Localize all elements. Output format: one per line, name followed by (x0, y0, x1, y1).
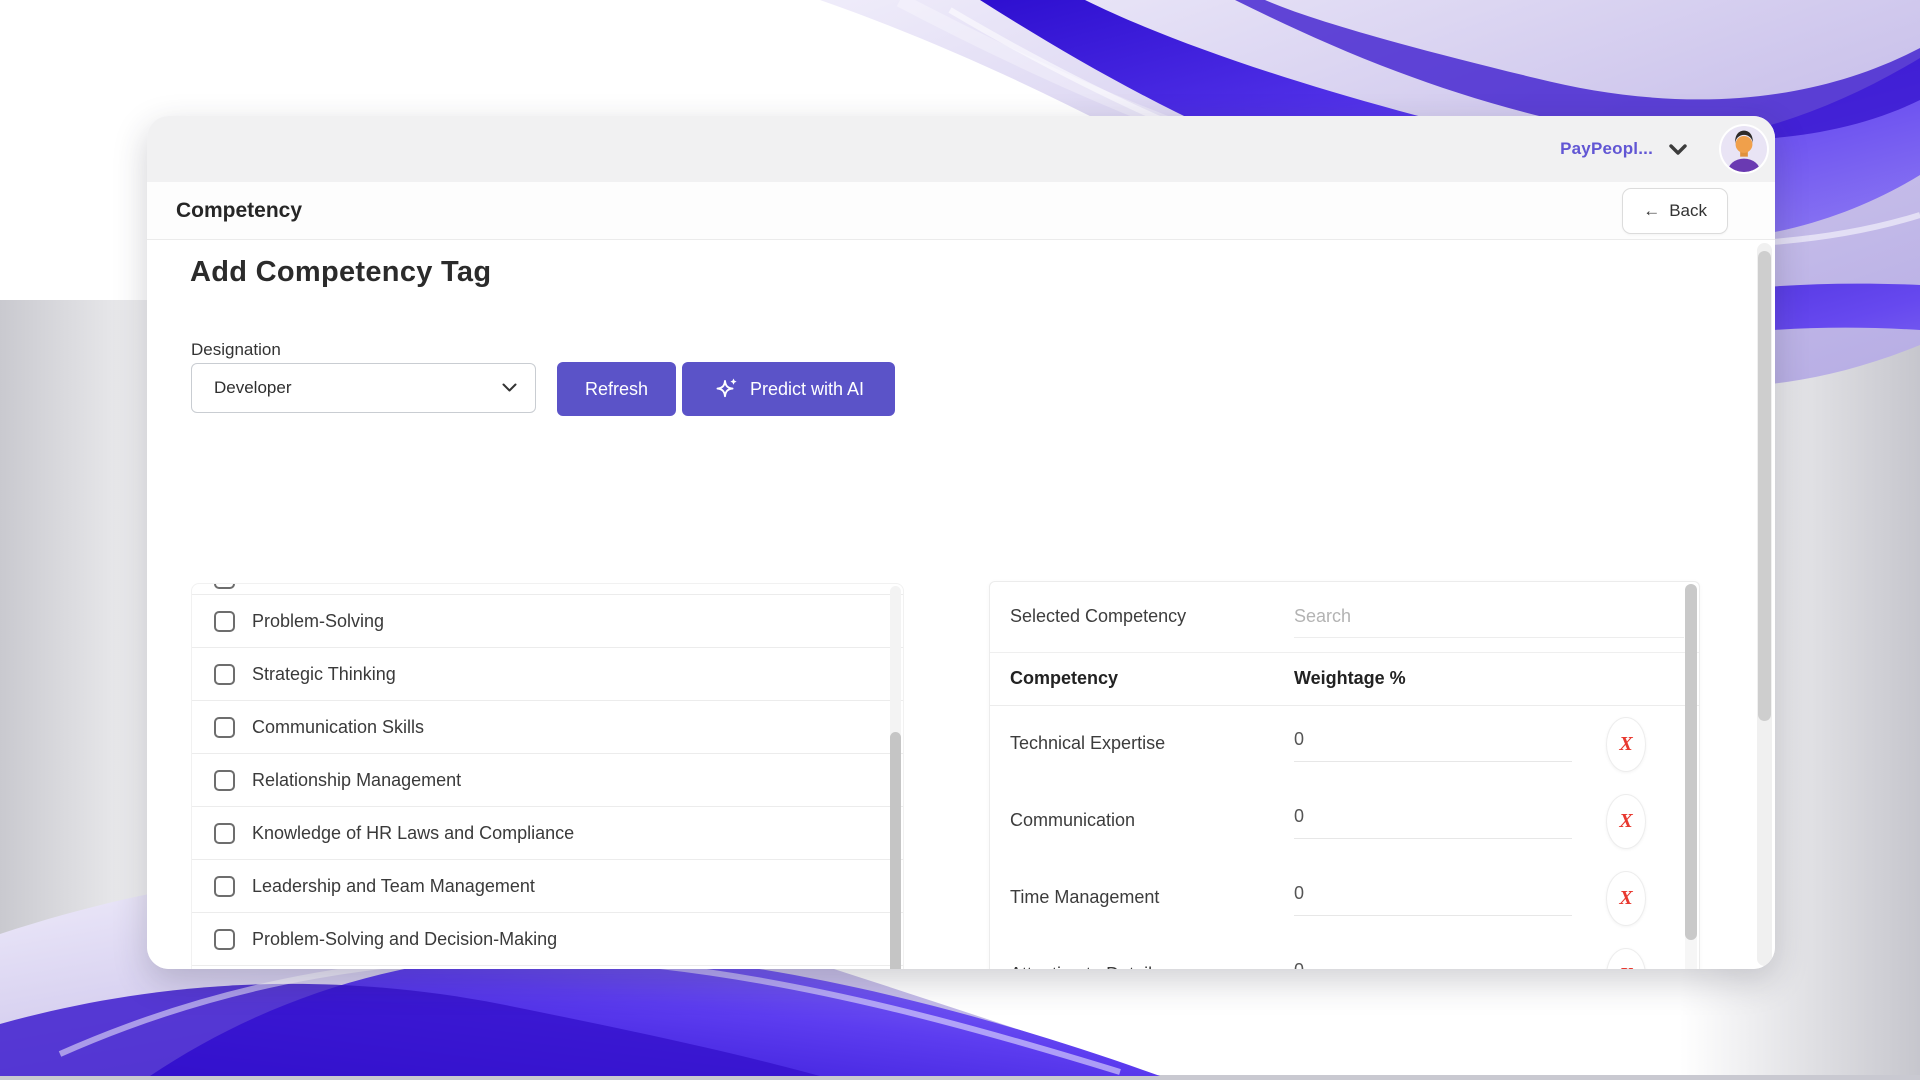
weightage-input[interactable] (1294, 949, 1572, 969)
list-item[interactable]: Problem-Solving and Decision-Making (192, 913, 903, 966)
checkbox[interactable] (214, 584, 235, 589)
list-item[interactable]: Leadership and Team Management (192, 860, 903, 913)
list-item-label: Leadership and Team Management (252, 876, 535, 897)
remove-row-button[interactable]: X (1606, 948, 1646, 969)
search-input[interactable] (1294, 596, 1684, 638)
back-button-label: Back (1669, 201, 1707, 221)
back-button[interactable]: ← Back (1622, 188, 1728, 234)
remove-x-icon: X (1619, 887, 1632, 910)
page-header: Competency ← Back (147, 182, 1775, 240)
column-header-competency: Competency (1010, 668, 1118, 689)
top-bar: PayPeopl... (147, 116, 1775, 182)
weightage-input[interactable] (1294, 718, 1572, 762)
content-area: Add Competency Tag Designation Developer… (147, 240, 1775, 969)
list-scrollbar[interactable] (890, 586, 901, 969)
competency-checklist: Problem-Solving Strategic Thinking Commu… (191, 583, 904, 969)
remove-row-button[interactable]: X (1606, 794, 1646, 849)
selected-competency-title: Selected Competency (1010, 606, 1186, 627)
form-title: Add Competency Tag (190, 256, 491, 289)
designation-selected-value: Developer (214, 378, 502, 398)
refresh-button-label: Refresh (585, 379, 648, 400)
checkbox[interactable] (214, 929, 235, 950)
table-row: Attention to Detail X (990, 937, 1699, 969)
predict-with-ai-button[interactable]: Predict with AI (682, 362, 895, 416)
list-item-label: Problem-Solving and Decision-Making (252, 929, 557, 950)
designation-label: Designation (191, 340, 281, 360)
remove-x-icon: X (1619, 733, 1632, 756)
panel-scrollbar-thumb[interactable] (1685, 584, 1697, 940)
list-item[interactable]: Strategic Thinking (192, 648, 903, 701)
list-item-label: Knowledge of HR Laws and Compliance (252, 823, 574, 844)
competency-name: Attention to Detail (1010, 964, 1152, 969)
designation-select[interactable]: Developer (191, 363, 536, 413)
checkbox[interactable] (214, 876, 235, 897)
column-header-weightage: Weightage % (1294, 668, 1406, 689)
competency-name: Communication (1010, 810, 1135, 831)
remove-x-icon: X (1619, 810, 1632, 833)
competency-name: Time Management (1010, 887, 1159, 908)
sparkle-icon (713, 377, 739, 401)
checkbox[interactable] (214, 717, 235, 738)
table-row: Communication X (990, 783, 1699, 860)
checkbox[interactable] (214, 823, 235, 844)
list-scrollbar-thumb[interactable] (890, 732, 901, 969)
list-row-partial (192, 584, 903, 595)
selected-panel-header: Selected Competency (990, 582, 1699, 653)
chevron-down-icon (502, 383, 517, 393)
competency-name: Technical Expertise (1010, 733, 1165, 754)
list-item-label: Communication Skills (252, 717, 424, 738)
selected-competency-panel: Selected Competency Competency Weightage… (989, 581, 1700, 969)
table-row: Technical Expertise X (990, 706, 1699, 783)
selected-panel-columns: Competency Weightage % (990, 653, 1699, 706)
list-item[interactable]: Knowledge of HR Laws and Compliance (192, 807, 903, 860)
list-item[interactable]: Problem-Solving (192, 595, 903, 648)
list-item-label: Problem-Solving (252, 611, 384, 632)
remove-x-icon: X (1619, 964, 1632, 969)
page-title: Competency (176, 199, 302, 223)
screen: PayPeopl... Competency (0, 0, 1920, 1080)
list-item[interactable]: Communication Skills (192, 701, 903, 754)
table-row: Time Management X (990, 860, 1699, 937)
chevron-down-icon[interactable] (1669, 144, 1687, 156)
predict-button-label: Predict with AI (750, 379, 864, 400)
remove-row-button[interactable]: X (1606, 871, 1646, 926)
checkbox[interactable] (214, 611, 235, 632)
account-menu-label[interactable]: PayPeopl... (1560, 139, 1653, 159)
weightage-input[interactable] (1294, 872, 1572, 916)
list-item-label: Relationship Management (252, 770, 461, 791)
window-scrollbar-thumb[interactable] (1758, 251, 1771, 721)
back-arrow-icon: ← (1643, 201, 1660, 221)
refresh-button[interactable]: Refresh (557, 362, 676, 416)
avatar[interactable] (1721, 126, 1767, 172)
remove-row-button[interactable]: X (1606, 717, 1646, 772)
weightage-input[interactable] (1294, 795, 1572, 839)
panel-scrollbar[interactable] (1685, 584, 1697, 969)
checkbox[interactable] (214, 770, 235, 791)
list-item-label: Strategic Thinking (252, 664, 396, 685)
list-item[interactable]: Relationship Management (192, 754, 903, 807)
window-scrollbar[interactable] (1757, 243, 1772, 966)
checkbox[interactable] (214, 664, 235, 685)
app-window: PayPeopl... Competency (147, 116, 1775, 969)
